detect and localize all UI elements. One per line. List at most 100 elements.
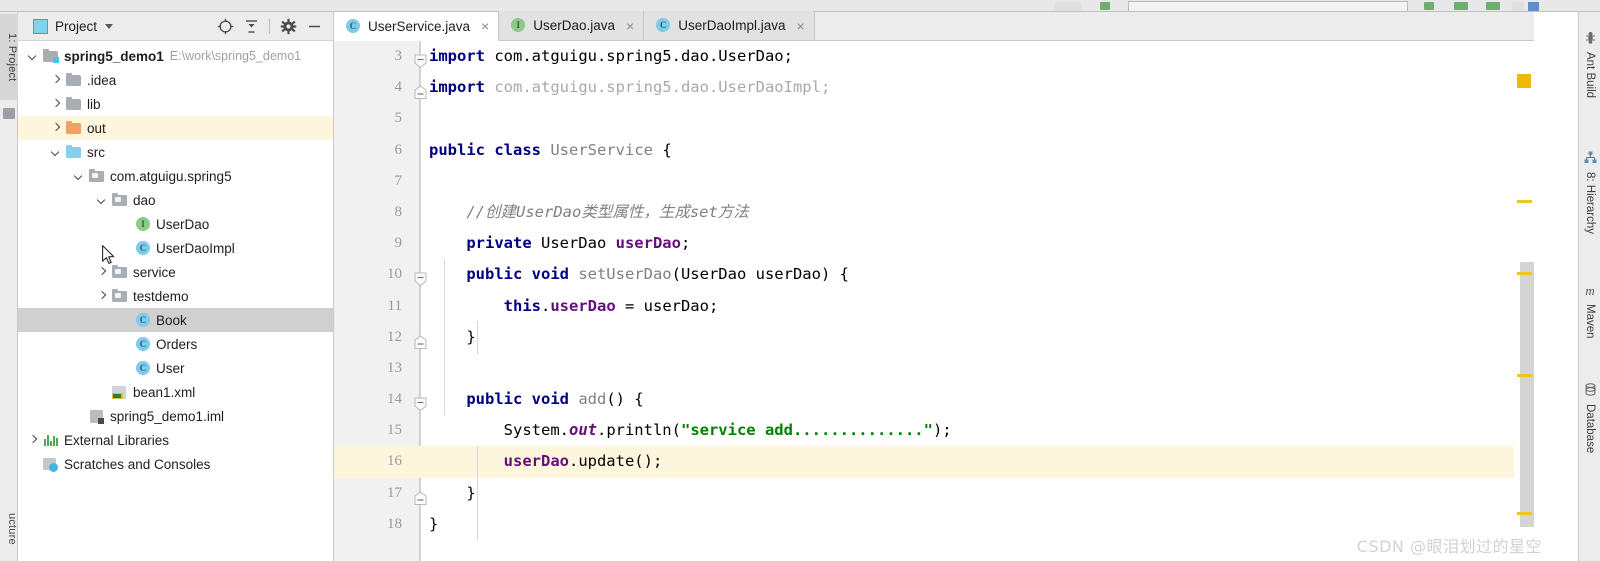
editor-tab-userservice[interactable]: C UserService.java × xyxy=(334,12,500,41)
tree-item-spring5-demo1-iml[interactable]: spring5_demo1.iml xyxy=(18,404,333,428)
locate-icon[interactable] xyxy=(212,14,238,40)
code-line[interactable]: 3 import com.atguigu.spring5.dao.UserDao; xyxy=(334,41,1534,72)
tab-close-icon[interactable]: × xyxy=(797,19,805,33)
scrollbar-thumb[interactable] xyxy=(1520,262,1534,527)
tree-item-src[interactable]: src xyxy=(18,140,333,164)
fold-toggle[interactable] xyxy=(413,330,428,349)
project-panel-title: Project xyxy=(55,18,98,34)
tab-close-icon[interactable]: × xyxy=(481,19,489,33)
editor-tab-bar[interactable]: C UserService.java × I UserDao.java × C UserDao… xyxy=(334,11,1534,41)
tree-expand-arrow[interactable] xyxy=(95,193,109,207)
tree-item-external-libraries[interactable]: External Libraries xyxy=(18,428,333,452)
rail-button-8-hierarchy[interactable]: 8: Hierarchy xyxy=(1579,148,1600,237)
code-token: userDao xyxy=(615,234,681,253)
editor-tab-userdao[interactable]: I UserDao.java × xyxy=(499,11,645,40)
code-line[interactable]: 4 import com.atguigu.spring5.dao.UserDaoI… xyxy=(334,72,1534,103)
marker-bar[interactable] xyxy=(1514,70,1534,561)
scroll-mark[interactable] xyxy=(1517,272,1532,275)
settings-gear-icon[interactable] xyxy=(275,14,301,40)
tree-item-orders[interactable]: C Orders xyxy=(18,332,333,356)
rail-button-maven[interactable]: m Maven xyxy=(1579,280,1600,342)
code-line[interactable]: 11 this.userDao = userDao; xyxy=(334,291,1534,322)
editor-scrollbar[interactable] xyxy=(1516,132,1534,561)
fold-toggle[interactable] xyxy=(413,49,428,69)
tree-item-label: User xyxy=(156,360,185,376)
fold-marker-start-icon xyxy=(414,54,427,69)
tree-item-testdemo[interactable]: testdemo xyxy=(18,284,333,308)
tree-item-bean1-xml[interactable]: bean1.xml xyxy=(18,380,333,404)
code-line[interactable]: 17 } xyxy=(334,478,1534,509)
tree-item-book[interactable]: C Book xyxy=(18,308,333,332)
toolbar-search-everywhere-icon[interactable] xyxy=(1528,2,1539,11)
tree-item-scratches-and-consoles[interactable]: Scratches and Consoles xyxy=(18,452,333,476)
code-line[interactable]: 5 xyxy=(334,103,1534,134)
tree-expand-arrow[interactable] xyxy=(26,433,40,447)
scroll-mark[interactable] xyxy=(1517,512,1532,515)
fold-toggle[interactable] xyxy=(413,80,428,100)
tree-expand-arrow[interactable] xyxy=(49,73,63,87)
code-line[interactable]: 10 public void setUserDao(UserDao userDa… xyxy=(334,259,1534,290)
indent-guide xyxy=(444,259,445,415)
tree-item-dao[interactable]: dao xyxy=(18,188,333,212)
code-text: } xyxy=(429,478,476,509)
toolbar-search-field[interactable] xyxy=(1128,1,1408,11)
toolbar-run-icon[interactable] xyxy=(1100,2,1110,10)
scroll-mark[interactable] xyxy=(1517,200,1532,203)
toolbar-debug-icon[interactable] xyxy=(1424,2,1434,10)
code-lines[interactable]: 3 import com.atguigu.spring5.dao.UserDao;… xyxy=(334,41,1534,561)
code-line[interactable]: 18} xyxy=(334,509,1534,540)
code-line[interactable]: 16 userDao.update(); xyxy=(334,446,1534,478)
rail-button-structure[interactable]: ucture xyxy=(0,498,18,560)
code-token: userDao xyxy=(503,452,569,471)
tree-expand-arrow[interactable] xyxy=(95,289,109,303)
tree-expand-arrow[interactable] xyxy=(26,49,40,63)
code-line[interactable]: 9 private UserDao userDao; xyxy=(334,228,1534,259)
tree-item-idea[interactable]: .idea xyxy=(18,68,333,92)
toolbar-profile-icon[interactable] xyxy=(1486,2,1500,10)
tree-expand-arrow[interactable] xyxy=(49,97,63,111)
tree-item-lib[interactable]: lib xyxy=(18,92,333,116)
code-token: } xyxy=(429,483,476,502)
collapse-all-icon[interactable] xyxy=(238,14,264,40)
code-line[interactable]: 14 public void add() { xyxy=(334,384,1534,415)
tree-item-com-atguigu-spring5[interactable]: com.atguigu.spring5 xyxy=(18,164,333,188)
tree-expand-arrow[interactable] xyxy=(72,169,86,183)
tree-expand-arrow[interactable] xyxy=(49,121,63,135)
code-line[interactable]: 7 xyxy=(334,166,1534,197)
hide-panel-icon[interactable] xyxy=(301,14,327,40)
fold-toggle[interactable] xyxy=(413,267,428,287)
rail-button-ant-build[interactable]: Ant Build xyxy=(1579,28,1600,101)
tree-item-spring5-demo1[interactable]: spring5_demo1 E:\work\spring5_demo1 xyxy=(18,44,333,68)
chevron-down-icon[interactable] xyxy=(105,23,114,29)
interface-icon: I xyxy=(511,18,526,32)
ant-icon xyxy=(1584,31,1597,47)
fold-toggle[interactable] xyxy=(413,392,428,412)
code-token: } xyxy=(429,327,476,346)
code-viewport[interactable]: 3 import com.atguigu.spring5.dao.UserDao;… xyxy=(334,41,1534,561)
editor-tab-userdaoimpl[interactable]: C UserDaoImpl.java × xyxy=(644,11,815,40)
tree-item-out[interactable]: out xyxy=(18,116,333,140)
tree-item-user[interactable]: C User xyxy=(18,356,333,380)
code-line[interactable]: 8 //创建UserDao类型属性，生成set方法 xyxy=(334,197,1534,228)
tab-close-icon[interactable]: × xyxy=(626,19,634,33)
project-tree[interactable]: spring5_demo1 E:\work\spring5_demo1 .idea l… xyxy=(18,41,333,561)
code-line[interactable]: 6 public class UserService { xyxy=(334,135,1534,166)
tree-item-userdaoimpl[interactable]: C UserDaoImpl xyxy=(18,236,333,260)
tree-expand-arrow[interactable] xyxy=(95,265,109,279)
tree-item-userdao[interactable]: I UserDao xyxy=(18,212,333,236)
code-token: //创建UserDao类型属性，生成set方法 xyxy=(429,202,749,221)
scroll-mark[interactable] xyxy=(1517,374,1532,377)
code-line[interactable]: 13 xyxy=(334,353,1534,384)
toolbar-coverage-icon[interactable] xyxy=(1454,2,1468,10)
code-token: = userDao; xyxy=(615,296,719,315)
tree-item-service[interactable]: service xyxy=(18,260,333,284)
rail-button-database[interactable]: Database xyxy=(1579,380,1600,456)
tree-expand-arrow[interactable] xyxy=(49,145,63,159)
code-line[interactable]: 12 } xyxy=(334,322,1534,353)
warning-marker-icon[interactable] xyxy=(1517,74,1531,88)
toolbar-ghost-icon[interactable] xyxy=(1055,2,1081,11)
toolbar-stop-icon[interactable] xyxy=(1512,2,1524,11)
code-line[interactable]: 15 System.out.println("service add......… xyxy=(334,415,1534,446)
rail-button-project[interactable]: 1: Project xyxy=(0,14,18,100)
fold-toggle[interactable] xyxy=(413,486,428,505)
